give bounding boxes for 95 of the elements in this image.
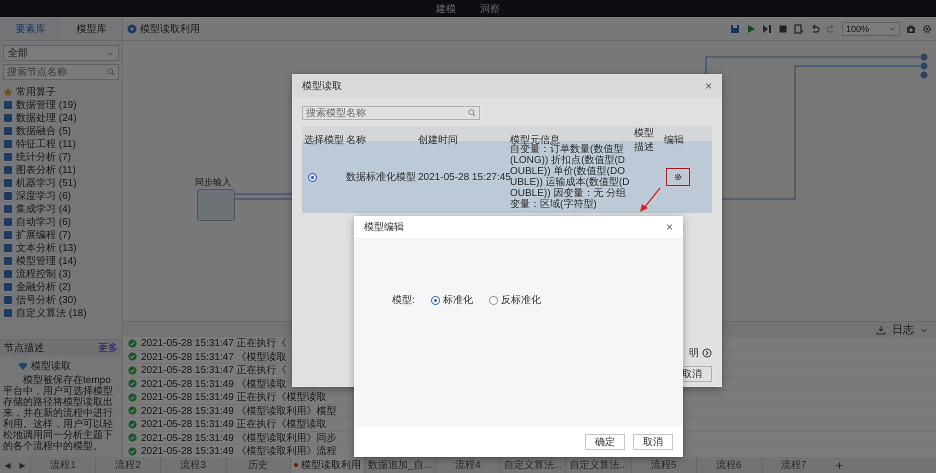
prev-icon[interactable]: ◀ — [0, 460, 15, 470]
stop-icon — [778, 24, 788, 34]
search-field[interactable]: 搜索节点名称 — [3, 64, 119, 80]
undo-icon — [810, 24, 820, 34]
chevron-down-icon — [107, 50, 114, 56]
category-item[interactable]: 文本分析 (13) — [16, 240, 77, 254]
log-message: 2021-05-28 15:31:49 《模型读取利用》同步 — [141, 432, 337, 445]
log-message: 2021-05-28 15:31:47 《模型读取 — [141, 350, 287, 364]
port-dot — [920, 62, 928, 70]
search-icon — [468, 109, 476, 117]
log-message: 2021-05-28 15:31:49 正在执行《模型读取 — [141, 418, 327, 432]
column-header: 编辑 — [663, 134, 685, 147]
column-header: 模型元信息 — [509, 134, 560, 146]
zoom-dropdown[interactable]: 100% — [842, 22, 900, 36]
field-label: 模型: — [392, 294, 415, 307]
category-item[interactable]: 集成学习 (4) — [16, 202, 71, 216]
category-item[interactable]: 常用算子 — [16, 84, 56, 98]
category-item[interactable]: 信号分析 (30) — [16, 292, 77, 306]
category-item[interactable]: 深度学习 (6) — [16, 188, 71, 202]
sidebar-tab[interactable]: 模型库 — [61, 17, 122, 40]
table-cell-text: 2021-05-28 15:27:45 — [417, 172, 508, 182]
column-header: 选择模型 — [303, 134, 344, 147]
radio-button[interactable] — [430, 296, 440, 304]
category-item[interactable]: 金融分析 (2) — [16, 280, 71, 294]
save-icon — [730, 24, 740, 34]
ok-button[interactable]: 确定 — [585, 434, 625, 450]
log-title: 日志 — [892, 322, 914, 337]
node-description: 模型被保存在tempo平台中，用户可选择模型存储的路径将模型读取出来，并在新的流程中进行利用。这样，用户可以轻松地调用同一分析主题下的各个流程中的模型。 — [2, 375, 114, 452]
flow-tab[interactable]: 流程2 — [95, 457, 160, 473]
category-item[interactable]: 机器学习 (51) — [16, 176, 77, 190]
download-icon — [876, 324, 886, 334]
category-item[interactable]: 自定义算法 (18) — [16, 306, 87, 320]
search-field[interactable]: 搜索模型名称 — [302, 106, 480, 120]
flow-tab[interactable]: 流程3 — [160, 457, 225, 473]
play-circle-icon — [127, 24, 137, 34]
radio-option[interactable]: 反标准化 — [488, 293, 541, 307]
nav-link[interactable]: 建模 — [436, 2, 456, 16]
category-item[interactable]: 扩展编程 (7) — [16, 228, 71, 242]
column-header: 创建时间 — [417, 134, 459, 147]
node-label: 同步输入 — [195, 176, 231, 189]
flow-title[interactable]: 模型读取利用 — [140, 22, 200, 36]
category-item[interactable]: 模型管理 (14) — [16, 254, 77, 268]
chevron-down-icon — [889, 25, 896, 32]
log-message: 2021-05-28 15:31:47 正在执行《 — [141, 364, 287, 378]
export-icon — [794, 24, 804, 34]
dialog-title: 模型读取 — [302, 80, 342, 93]
star-icon — [3, 86, 13, 96]
more-link[interactable]: 更多 — [98, 341, 118, 355]
log-message: 2021-05-28 15:31:49 《模型读取利用》模型 — [141, 404, 337, 418]
category-item[interactable]: 统计分析 (7) — [16, 150, 71, 164]
category-item[interactable]: 图表分析 (11) — [16, 162, 76, 176]
flow-node[interactable] — [197, 189, 235, 221]
nav-link[interactable]: 洞察 — [480, 2, 500, 16]
flow-tab[interactable]: 流程7 — [760, 457, 826, 473]
node-name: 模型读取 — [31, 360, 71, 373]
search-field[interactable]: 搜索模型名称 — [306, 108, 468, 118]
radio-button[interactable] — [308, 172, 317, 182]
radio-option[interactable]: 标准化 — [430, 293, 473, 307]
settings-icon — [922, 24, 932, 34]
category-item[interactable]: 数据管理 (19) — [16, 98, 77, 112]
diamond-icon — [18, 361, 28, 371]
camera-icon — [906, 24, 916, 34]
category-item[interactable]: 自动学习 (6) — [16, 214, 71, 228]
dialog-title: 模型编辑 — [364, 220, 404, 234]
arrow-circle-icon — [702, 348, 712, 358]
category-item[interactable]: 流程控制 (3) — [16, 266, 71, 280]
log-message: 2021-05-28 15:31:47 正在执行《 — [141, 336, 287, 350]
category-item[interactable]: 特征工程 (11) — [16, 136, 76, 150]
search-field[interactable]: 搜索节点名称 — [7, 66, 107, 78]
table-cell-text: 数据标准化模型 — [345, 170, 416, 184]
filter-dropdown[interactable]: 全部 — [3, 45, 119, 61]
log-message: 2021-05-28 15:31:49 《模型读取利用》流程 — [141, 444, 337, 458]
flow-tab[interactable]: 流程1 — [30, 457, 95, 473]
column-header: 模型描述 — [633, 126, 655, 154]
flow-tab[interactable]: 流程6 — [696, 457, 761, 473]
step-icon — [762, 24, 772, 34]
log-message: 2021-05-28 15:31:49 《模型读取 — [141, 378, 287, 391]
port-dot — [920, 54, 928, 60]
redo-icon — [826, 24, 836, 34]
panel-title: 节点描述 — [4, 342, 44, 355]
flow-tab[interactable]: 模型读取利用 — [290, 457, 364, 473]
play-icon — [746, 24, 756, 34]
category-item[interactable]: 数据处理 (24) — [16, 110, 77, 124]
column-header: 名称 — [345, 134, 367, 147]
settings-icon — [674, 173, 682, 181]
port-dot — [920, 72, 928, 78]
add-tab-button[interactable]: + — [836, 458, 844, 472]
search-icon — [107, 68, 115, 76]
next-icon[interactable]: ▶ — [15, 460, 30, 470]
help-link[interactable]: 明 — [689, 346, 699, 360]
cancel-button[interactable]: 取消 — [633, 434, 673, 450]
radio-button[interactable] — [488, 296, 498, 304]
category-item[interactable]: 数据融合 (5) — [16, 124, 71, 138]
edit-button[interactable] — [666, 168, 690, 186]
log-message: 2021-05-28 15:31:49 正在执行《模型读取 — [141, 390, 327, 404]
